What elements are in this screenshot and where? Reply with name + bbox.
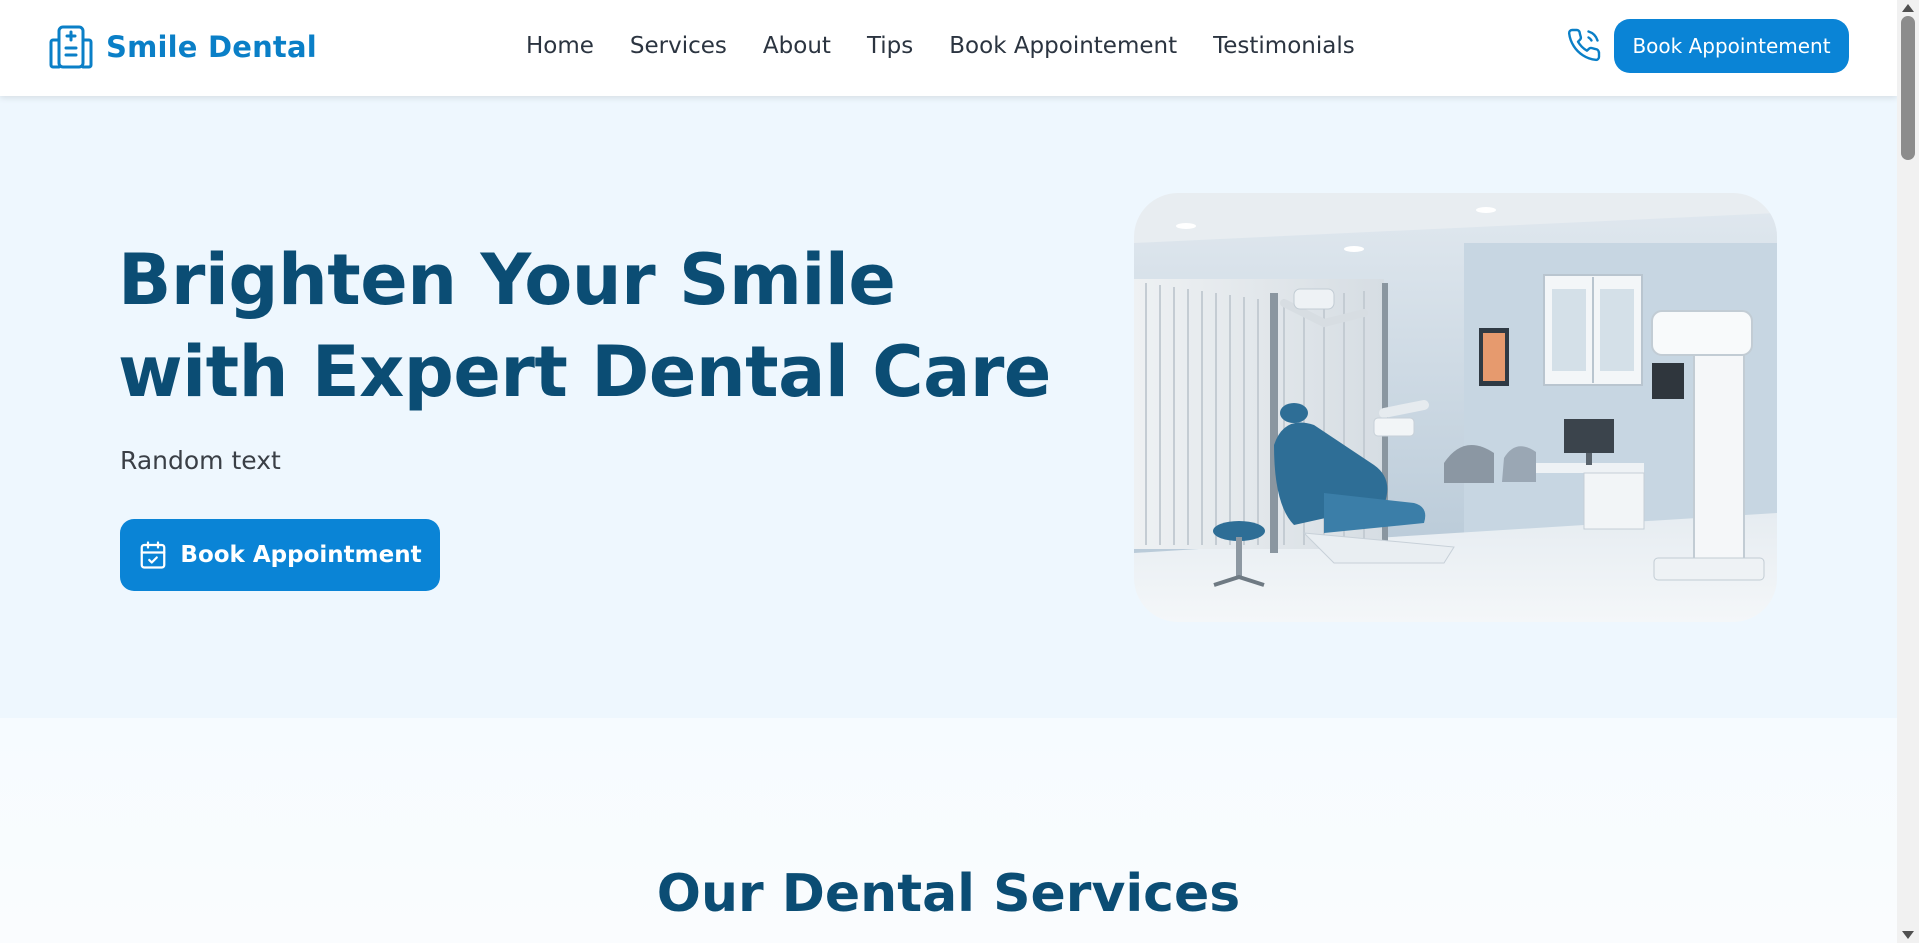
nav-book-appointment[interactable]: Book Appointement (949, 33, 1177, 59)
header-book-appointment-button[interactable]: Book Appointement (1614, 19, 1849, 73)
clinic-icon (49, 25, 93, 69)
brand-logo[interactable]: Smile Dental (48, 24, 317, 70)
hero-subtitle: Random text (120, 446, 281, 475)
dental-clinic-illustration (1134, 193, 1777, 622)
hero-section: Brighten Your Smile with Expert Dental C… (0, 96, 1897, 718)
dental-clinic-image (1134, 193, 1777, 622)
hero-title-line-2: with Expert Dental Care (118, 331, 1051, 413)
brand-name: Smile Dental (106, 30, 317, 64)
site-header: Smile Dental Home Services About Tips Bo… (0, 0, 1897, 96)
main-nav: Home Services About Tips Book Appointeme… (526, 33, 1355, 59)
phone-icon[interactable] (1566, 27, 1602, 63)
scroll-up-arrow-icon[interactable] (1902, 4, 1914, 12)
hero-book-appointment-button[interactable]: Book Appointment (120, 519, 440, 591)
nav-testimonials[interactable]: Testimonials (1213, 33, 1355, 59)
nav-about[interactable]: About (763, 33, 831, 59)
nav-home[interactable]: Home (526, 33, 594, 59)
services-section: Our Dental Services (0, 718, 1897, 943)
hero-cta-label: Book Appointment (180, 542, 422, 568)
page-viewport: Smile Dental Home Services About Tips Bo… (0, 0, 1897, 943)
services-title: Our Dental Services (656, 864, 1241, 924)
scroll-thumb[interactable] (1901, 16, 1915, 160)
nav-services[interactable]: Services (630, 33, 727, 59)
nav-tips[interactable]: Tips (867, 33, 913, 59)
page-scrollbar[interactable] (1897, 0, 1919, 943)
calendar-check-icon (141, 541, 166, 569)
scroll-down-arrow-icon[interactable] (1902, 931, 1914, 939)
hero-title: Brighten Your Smile with Expert Dental C… (118, 234, 1051, 418)
hero-title-line-1: Brighten Your Smile (118, 239, 896, 321)
